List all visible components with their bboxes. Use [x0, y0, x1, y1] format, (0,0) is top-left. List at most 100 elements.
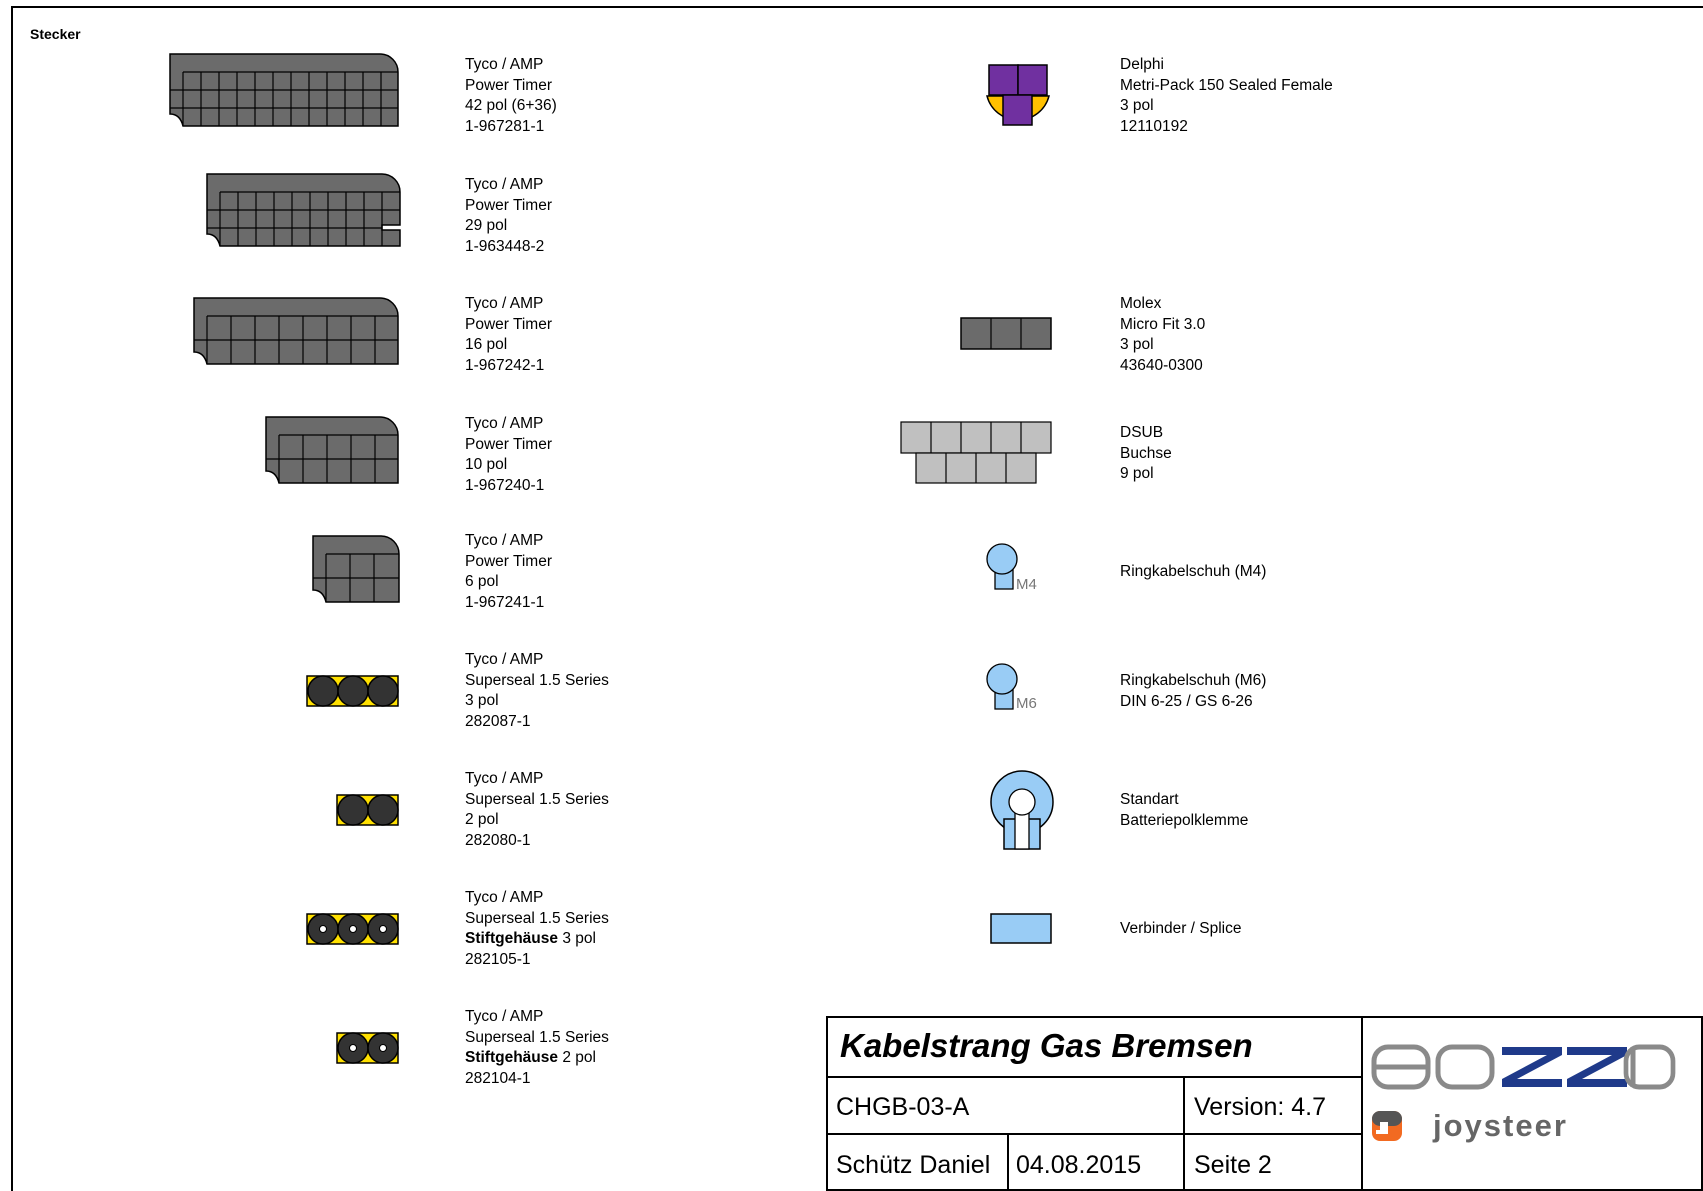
pin-count: 42 pol (6+36) [465, 97, 557, 114]
connector-label: Ringkabelschuh (M4) [1120, 562, 1266, 583]
connector-label: Standart Batteriepolklemme [1120, 790, 1248, 831]
tyco-power-timer-16-pol-connector-icon [193, 297, 399, 365]
part-number: 282080-1 [465, 831, 531, 849]
superseal-stift-3-pol-connector-icon [306, 913, 399, 945]
manufacturer: Tyco / AMP [465, 889, 544, 906]
joysteer-wordmark: joysteer [1433, 1108, 1568, 1143]
manufacturer: Tyco / AMP [465, 651, 544, 668]
pin-count: 6 pol [465, 573, 499, 590]
pin-count: 2 pol [558, 1049, 596, 1066]
superseal-3-pol-connector-icon [306, 675, 399, 707]
m4-size-badge: M4 [1016, 576, 1037, 593]
manufacturer: Delphi [1120, 56, 1164, 73]
title-block-row-divider [826, 1076, 1363, 1078]
tyco-power-timer-29-pol-connector-icon [206, 173, 401, 247]
connector-type: DSUB [1120, 424, 1164, 441]
series: Power Timer [465, 315, 552, 333]
connector-label: Tyco / AMP Power Timer 10 pol 1-967240-1 [465, 414, 552, 496]
connector-label: Tyco / AMP Power Timer 29 pol 1-963448-2 [465, 175, 552, 257]
series: Superseal 1.5 Series [465, 909, 609, 927]
connector-label: Tyco / AMP Superseal 1.5 Series 3 pol 28… [465, 650, 609, 732]
bozzio-logo-icon [1371, 1044, 1676, 1090]
connector-label: DSUB Buchse 9 pol [1120, 423, 1172, 485]
terminal-description: Batteriepolklemme [1120, 811, 1249, 829]
series: Power Timer [465, 435, 552, 453]
connector-label: Delphi Metri-Pack 150 Sealed Female 3 po… [1120, 55, 1333, 137]
manufacturer: Tyco / AMP [465, 56, 544, 73]
pin-count: 2 pol [465, 811, 499, 828]
molex-micro-fit-connector-icon [960, 317, 1052, 350]
part-number: 12110192 [1120, 117, 1188, 135]
series: Micro Fit 3.0 [1120, 315, 1206, 333]
pin-count: 3 pol [465, 692, 499, 709]
title-block-row-divider [826, 1133, 1363, 1135]
superseal-2-pol-connector-icon [336, 794, 399, 826]
series: Power Timer [465, 552, 552, 570]
part-number: 282087-1 [465, 712, 531, 730]
terminal-type: Standart [1120, 791, 1179, 808]
part-number: 282104-1 [465, 1069, 531, 1087]
manufacturer: Tyco / AMP [465, 295, 544, 312]
part-number: 1-967241-1 [465, 593, 545, 611]
terminal-type: Verbinder / Splice [1120, 920, 1242, 937]
section-heading: Stecker [30, 26, 81, 42]
battery-clamp-icon [990, 770, 1054, 850]
title-block-col-divider [1183, 1076, 1185, 1191]
author: Schütz Daniel [836, 1151, 991, 1179]
connector-label: Tyco / AMP Power Timer 42 pol (6+36) 1-9… [465, 55, 557, 137]
series: Superseal 1.5 Series [465, 790, 609, 808]
series: Superseal 1.5 Series [465, 1028, 609, 1046]
connector-label: Molex Micro Fit 3.0 3 pol 43640-0300 [1120, 294, 1205, 376]
housing-pin-count: Stiftgehäuse 3 pol [465, 929, 609, 950]
title-block-divider-logo [1361, 1016, 1363, 1191]
manufacturer: Molex [1120, 295, 1162, 312]
pin-count: 10 pol [465, 456, 508, 473]
manufacturer: Tyco / AMP [465, 415, 544, 432]
manufacturer: Tyco / AMP [465, 770, 544, 787]
housing-type: Stiftgehäuse [465, 1049, 559, 1066]
pin-count: 3 pol [558, 930, 596, 947]
delphi-metri-pack-connector-icon [986, 64, 1050, 126]
pin-count: 3 pol [1120, 336, 1154, 353]
version: Version: 4.7 [1194, 1093, 1327, 1121]
series: Power Timer [465, 76, 552, 94]
series: Metri-Pack 150 Sealed Female [1120, 76, 1333, 94]
dsub-connector-icon [900, 421, 1052, 484]
manufacturer: Tyco / AMP [465, 176, 544, 193]
title-block-col-divider [1007, 1133, 1009, 1191]
connector-label: Ringkabelschuh (M6) DIN 6-25 / GS 6-26 [1120, 671, 1266, 712]
m6-size-badge: M6 [1016, 695, 1037, 712]
drawing-title: Kabelstrang Gas Bremsen [840, 1027, 1253, 1064]
tyco-power-timer-10-pol-connector-icon [265, 416, 399, 484]
housing-pin-count: Stiftgehäuse 2 pol [465, 1048, 609, 1069]
pin-count: 9 pol [1120, 465, 1154, 482]
part-number: 1-967242-1 [465, 356, 545, 374]
gender: Buchse [1120, 444, 1172, 462]
terminal-type: Ringkabelschuh (M4) [1120, 563, 1267, 580]
part-number: 282105-1 [465, 950, 531, 968]
date: 04.08.2015 [1016, 1151, 1142, 1179]
part-number: 43640-0300 [1120, 356, 1203, 374]
drawing-number: CHGB-03-A [836, 1093, 970, 1121]
standard: DIN 6-25 / GS 6-26 [1120, 692, 1253, 710]
tyco-power-timer-42-pol-connector-icon [169, 53, 399, 127]
connector-label: Verbinder / Splice [1120, 919, 1242, 940]
terminal-type: Ringkabelschuh (M6) [1120, 672, 1267, 689]
pin-count: 16 pol [465, 336, 508, 353]
manufacturer: Tyco / AMP [465, 532, 544, 549]
connector-label: Tyco / AMP Superseal 1.5 Series Stiftgeh… [465, 888, 609, 970]
manufacturer: Tyco / AMP [465, 1008, 544, 1025]
series: Power Timer [465, 196, 552, 214]
pin-count: 3 pol [1120, 97, 1154, 114]
joysteer-logo-icon [1372, 1111, 1402, 1141]
page-number: Seite 2 [1194, 1151, 1272, 1179]
connector-label: Tyco / AMP Power Timer 16 pol 1-967242-1 [465, 294, 552, 376]
connector-label: Tyco / AMP Superseal 1.5 Series Stiftgeh… [465, 1007, 609, 1089]
part-number: 1-963448-2 [465, 237, 545, 255]
splice-icon [990, 913, 1052, 944]
part-number: 1-967240-1 [465, 476, 545, 494]
pin-count: 29 pol [465, 217, 508, 234]
superseal-stift-2-pol-connector-icon [336, 1032, 399, 1064]
series: Superseal 1.5 Series [465, 671, 609, 689]
part-number: 1-967281-1 [465, 117, 545, 135]
